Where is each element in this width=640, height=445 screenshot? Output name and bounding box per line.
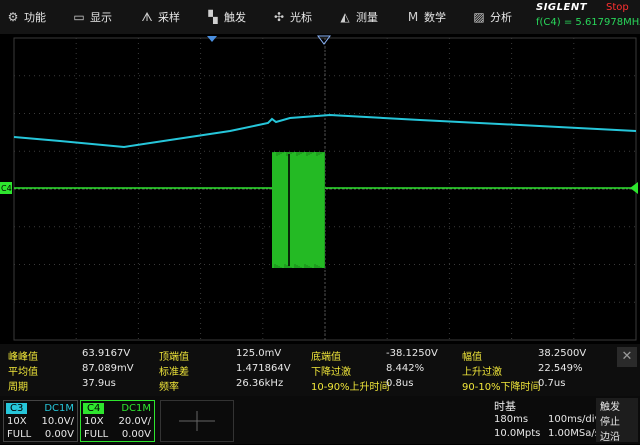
menu-trigger[interactable]: ▚ 触发 [206, 0, 246, 34]
timebase-delay[interactable]: 180ms [494, 414, 528, 425]
close-icon[interactable]: ✕ [617, 347, 637, 367]
menu-label: 数学 [424, 11, 446, 24]
crosshair-icon [179, 411, 215, 431]
channel-c4-bandwidth: FULL [84, 429, 109, 440]
add-channel-slot[interactable] [160, 400, 234, 442]
menu-label: 光标 [290, 11, 312, 24]
meas-label: 上升过激 [462, 367, 502, 378]
meas-label: 90-10%下降时间 [462, 382, 541, 393]
meas-value: 8.442% [386, 363, 425, 374]
trigger-box[interactable]: 触发 停止 边沿 [596, 398, 638, 443]
sample-icon: ᗑ [141, 9, 153, 24]
memory-depth: 10.0Mpts [494, 428, 541, 439]
gear-icon: ⚙ [7, 10, 19, 24]
meas-value: 26.36kHz [236, 378, 284, 389]
channel-c3-tag: C3 [6, 403, 28, 414]
meas-value: -38.1250V [386, 348, 438, 359]
meas-value: 37.9us [82, 378, 116, 389]
measure-icon: ◭ [340, 10, 350, 24]
menu-label: 分析 [490, 11, 512, 24]
trigger-state: 停止 [600, 417, 620, 428]
monitor-icon: ▭ [73, 10, 85, 24]
menu-label: 测量 [356, 11, 378, 24]
menu-label: 触发 [224, 11, 246, 24]
meas-value: 87.089mV [82, 363, 134, 374]
brand-logo: SIGLENT [536, 2, 588, 13]
timebase-scale[interactable]: 100ms/div [548, 414, 600, 425]
menu-label: 功能 [24, 11, 46, 24]
channel-c4-offset: 0.00V [121, 429, 151, 440]
waveform-display[interactable]: C4 [0, 34, 640, 344]
menu-measure[interactable]: ◭ 测量 [338, 0, 378, 34]
meas-label: 10-90%上升时间 [311, 382, 390, 393]
channel-c4-coupling: DC1M [121, 403, 151, 414]
timebase-title: 时基 [494, 400, 516, 413]
meas-value: 38.2500V [538, 348, 587, 359]
time-zero-marker [317, 35, 331, 45]
menu-function[interactable]: ⚙ 功能 [6, 0, 46, 34]
meas-label: 底端值 [311, 352, 341, 363]
status-bar: C3 DC1M 10X 10.0V/ FULL 0.00V C4 DC1M 10… [0, 396, 640, 444]
menu-analysis[interactable]: ▨ 分析 [472, 0, 512, 34]
measurement-panel: 峰峰值 63.9167V 顶端值 125.0mV 底端值 -38.1250V 幅… [0, 344, 640, 396]
waveform-grid: C4 [0, 35, 638, 341]
trigger-title: 触发 [600, 402, 620, 413]
menu-display[interactable]: ▭ 显示 [72, 0, 112, 34]
menu-acquire[interactable]: ᗑ 采样 [140, 0, 180, 34]
run-status[interactable]: Stop [606, 2, 629, 13]
channel-c3-scale: 10.0V/ [41, 416, 74, 427]
meas-label: 下降过激 [311, 367, 351, 378]
menu-label: 显示 [90, 11, 112, 24]
meas-label: 周期 [8, 382, 28, 393]
channel-c3-probe: 10X [7, 416, 27, 427]
channel-c4-probe: 10X [84, 416, 104, 427]
meas-value: 22.549% [538, 363, 583, 374]
meas-value: 63.9167V [82, 348, 131, 359]
trigger-icon: ▚ [208, 10, 218, 24]
meas-value: 125.0mV [236, 348, 282, 359]
meas-label: 幅值 [462, 352, 482, 363]
menu-label: 采样 [158, 11, 180, 24]
meas-label: 峰峰值 [8, 352, 38, 363]
meas-label: 标准差 [159, 367, 189, 378]
meas-value: 1.471864V [236, 363, 291, 374]
trigger-level-marker [630, 182, 638, 194]
channel-c3-coupling: DC1M [44, 403, 74, 414]
menu-math[interactable]: M 数学 [406, 0, 446, 34]
frequency-counter: f(C4) = 5.617978MHz [536, 17, 640, 28]
meas-value: 0.8us [386, 378, 414, 389]
menu-cursor[interactable]: ✣ 光标 [272, 0, 312, 34]
meas-label: 平均值 [8, 367, 38, 378]
math-icon: M [407, 10, 419, 24]
analysis-icon: ▨ [473, 10, 485, 24]
channel-c4-box[interactable]: C4 DC1M 10X 20.0V/ FULL 0.00V [80, 400, 155, 442]
channel-c4-tag: C4 [83, 403, 105, 414]
trigger-type: 边沿 [600, 432, 620, 443]
meas-label: 频率 [159, 382, 179, 393]
channel-c3-bandwidth: FULL [7, 429, 32, 440]
menu-bar: ⚙ 功能 ▭ 显示 ᗑ 采样 ▚ 触发 ✣ 光标 ◭ 测量 M 数学 ▨ 分析 … [0, 0, 640, 34]
trigger-position-marker [207, 36, 217, 42]
meas-value: 0.7us [538, 378, 566, 389]
meas-label: 顶端值 [159, 352, 189, 363]
cursor-icon: ✣ [273, 10, 285, 24]
channel-c4-scale: 20.0V/ [118, 416, 151, 427]
channel-c3-box[interactable]: C3 DC1M 10X 10.0V/ FULL 0.00V [3, 400, 78, 442]
sample-rate: 1.00MSa/s [548, 428, 600, 439]
c4-level-label: C4 [1, 184, 12, 193]
channel-c3-offset: 0.00V [44, 429, 74, 440]
